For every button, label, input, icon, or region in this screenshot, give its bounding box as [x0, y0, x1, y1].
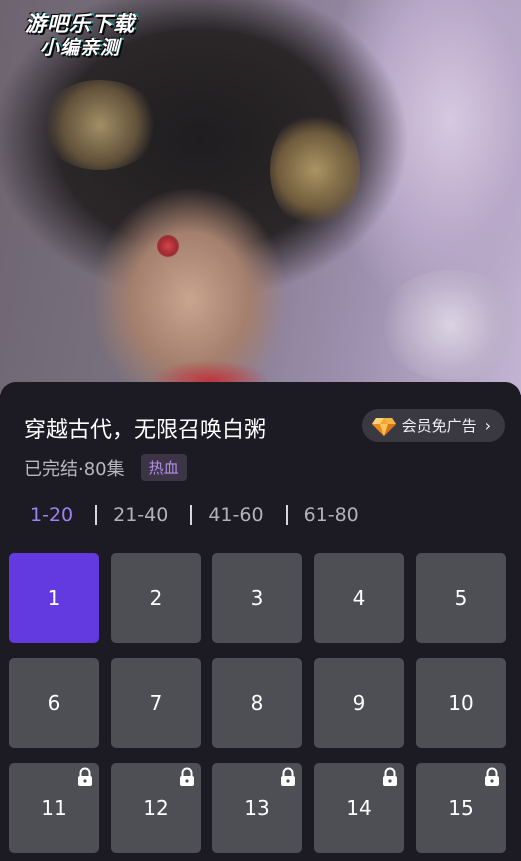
- lock-icon: [485, 767, 499, 786]
- video-player[interactable]: 游吧乐下载 小编亲测: [0, 0, 521, 395]
- drama-title: 穿越古代，无限召唤白粥: [24, 418, 267, 443]
- episode-range-tabs: 1-20 21-40 41-60 61-80: [30, 504, 359, 526]
- episode-number: 5: [454, 586, 468, 610]
- episode-number: 8: [250, 691, 264, 715]
- video-frame-detail: [157, 235, 179, 257]
- episode-number: 9: [352, 691, 366, 715]
- episode-number: 6: [47, 691, 61, 715]
- episode-number: 2: [149, 586, 163, 610]
- episode-tile[interactable]: 6: [9, 658, 99, 748]
- episode-tile[interactable]: 10: [416, 658, 506, 748]
- episode-number: 7: [149, 691, 163, 715]
- episode-tile[interactable]: 12: [111, 763, 201, 853]
- episode-sheet: 穿越古代，无限召唤白粥 会员免广告 › 已完结·80集 热血 1-20 21-40…: [0, 382, 521, 861]
- lock-icon: [180, 767, 194, 786]
- episode-tile[interactable]: 4: [314, 553, 404, 643]
- episode-tile[interactable]: 7: [111, 658, 201, 748]
- watermark-logo: 游吧乐下载 小编亲测: [10, 12, 150, 60]
- watermark-line-1: 游吧乐下载: [25, 12, 135, 36]
- episode-number: 14: [346, 796, 372, 820]
- episode-tile[interactable]: 5: [416, 553, 506, 643]
- episode-tile[interactable]: 9: [314, 658, 404, 748]
- episode-tile[interactable]: 13: [212, 763, 302, 853]
- lock-icon: [383, 767, 397, 786]
- episode-status: 已完结·80集: [24, 458, 125, 480]
- chevron-right-icon: ›: [484, 416, 491, 435]
- episode-tile[interactable]: 8: [212, 658, 302, 748]
- genre-tag: 热血: [140, 454, 187, 481]
- episode-number: 3: [250, 586, 264, 610]
- tab-range-2[interactable]: 21-40: [113, 504, 168, 526]
- episode-tile[interactable]: 3: [212, 553, 302, 643]
- episode-number: 10: [448, 691, 474, 715]
- tab-range-4[interactable]: 61-80: [304, 504, 359, 526]
- episode-tile[interactable]: 14: [314, 763, 404, 853]
- episode-number: 4: [352, 586, 366, 610]
- gem-icon: [371, 417, 396, 436]
- episode-number: 1: [47, 586, 61, 610]
- vip-no-ads-button[interactable]: 会员免广告 ›: [361, 409, 505, 442]
- episode-tile[interactable]: 11: [9, 763, 99, 853]
- episode-number: 15: [448, 796, 474, 820]
- vip-label: 会员免广告: [401, 417, 477, 435]
- tab-range-3[interactable]: 41-60: [208, 504, 263, 526]
- episode-tile[interactable]: 15: [416, 763, 506, 853]
- episode-tile[interactable]: 1: [9, 553, 99, 643]
- episode-number: 11: [41, 796, 67, 820]
- episode-number: 12: [143, 796, 169, 820]
- drama-meta: 已完结·80集 热血: [24, 454, 187, 481]
- range-divider: [285, 505, 288, 525]
- video-frame-detail: [380, 270, 520, 380]
- video-frame-detail: [40, 80, 160, 170]
- episode-number: 13: [244, 796, 270, 820]
- watermark-line-2: 小编亲测: [39, 37, 120, 59]
- lock-icon: [281, 767, 295, 786]
- tab-range-1[interactable]: 1-20: [30, 504, 73, 526]
- episode-tile[interactable]: 2: [111, 553, 201, 643]
- range-divider: [190, 505, 193, 525]
- video-frame-detail: [270, 110, 360, 230]
- lock-icon: [78, 767, 92, 786]
- range-divider: [95, 505, 98, 525]
